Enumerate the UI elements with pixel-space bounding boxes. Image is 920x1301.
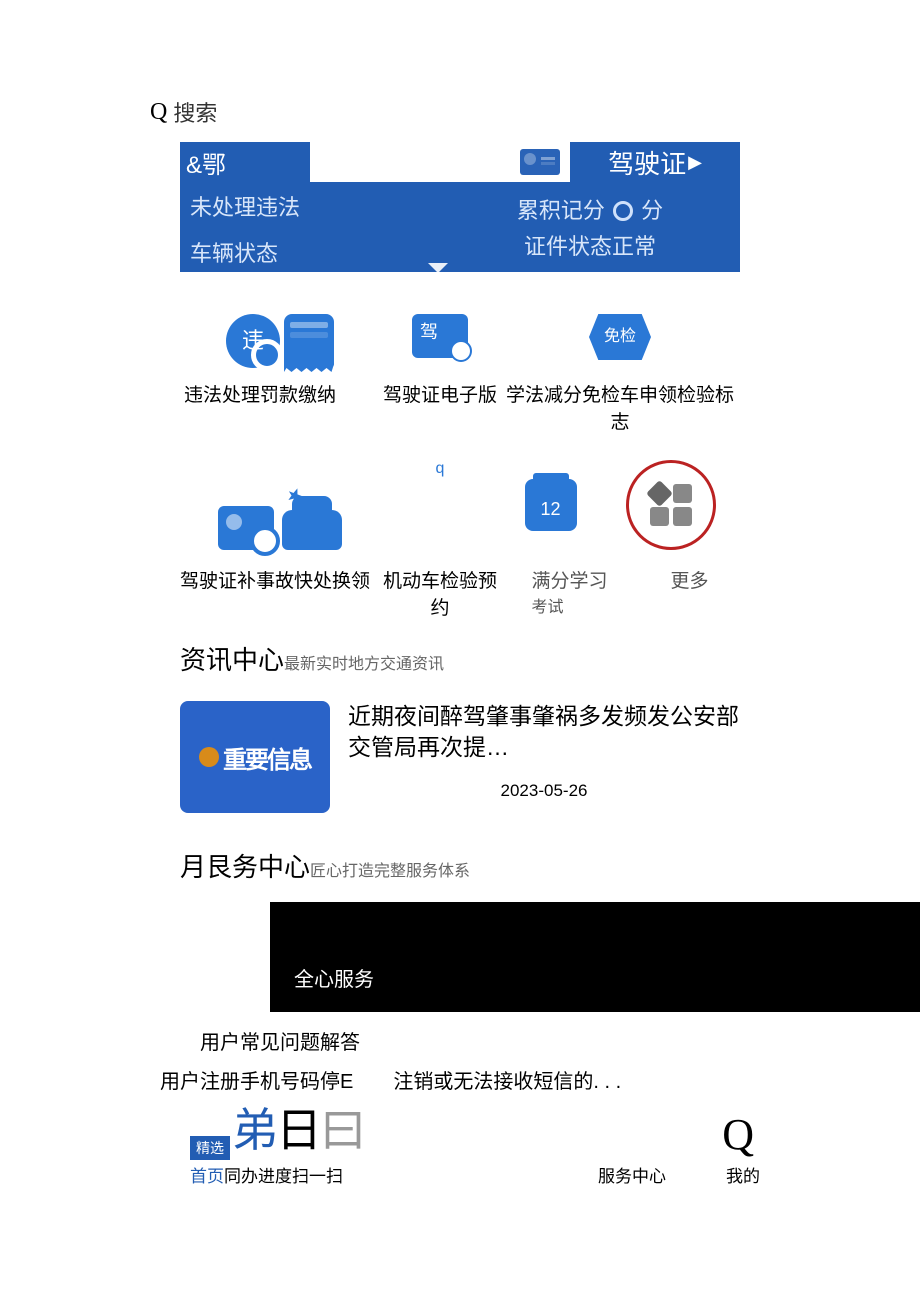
id-card-icon-wrap xyxy=(310,142,570,182)
grid-label-more: 更多 xyxy=(670,566,708,620)
nav-glyph-1[interactable]: 弟 xyxy=(232,1094,278,1160)
news-headline: 近期夜间醉驾肇事肇祸多发频发公安部交管局再次提… xyxy=(348,701,740,763)
faq-left[interactable]: 用户注册手机号码停E xyxy=(160,1065,353,1094)
vehicle-status-label: 车辆状态 xyxy=(190,236,440,268)
play-icon: ▶ xyxy=(688,152,702,173)
news-section-header: 资讯中心最新实时地方交通资讯 xyxy=(0,620,920,677)
q-icon[interactable]: q xyxy=(380,460,500,550)
featured-tag: 精选 xyxy=(190,1136,230,1160)
more-icon xyxy=(650,484,692,526)
grid-label-2: 驾驶证电子版 xyxy=(380,380,500,434)
service-title: 月艮务中心 xyxy=(180,852,310,882)
news-sub: 最新实时地方交通资讯 xyxy=(284,656,444,673)
service-section-header: 月艮务中心匠心打造完整服务体系 xyxy=(0,813,920,884)
news-item[interactable]: 重要信息 近期夜间醉驾肇事肇祸多发频发公安部交管局再次提… 2023-05-26 xyxy=(0,677,920,813)
news-thumb: 重要信息 xyxy=(180,701,330,813)
exempt-icon[interactable]: 免检 xyxy=(589,314,651,360)
license-button[interactable]: 驾驶证▶ xyxy=(570,142,740,182)
grid-label-4: 驾驶证补事故快处换领 xyxy=(180,566,380,620)
status-card[interactable]: 未处理违法 车辆状态 累积记分 分 证件状态正常 xyxy=(180,182,740,272)
violation-icon[interactable]: 违 xyxy=(226,314,280,368)
news-title: 资讯中心 xyxy=(180,645,284,675)
nav-progress[interactable]: 同办进度 xyxy=(224,1162,292,1187)
nav-search-icon[interactable]: Q xyxy=(722,1109,760,1160)
nav-glyph-2[interactable]: 日 xyxy=(276,1094,322,1160)
grid-label-3: 学法减分免检车申领检验标志 xyxy=(500,380,740,434)
license-e-icon[interactable]: 驾 xyxy=(412,314,468,358)
cert-status: 证件状态正常 xyxy=(440,229,740,261)
nav-service[interactable]: 服务中心 xyxy=(598,1162,666,1187)
nav-glyph-3[interactable]: 曰 xyxy=(320,1094,366,1160)
pending-violations-label: 未处理违法 xyxy=(190,190,440,236)
nav-mine[interactable]: 我的 xyxy=(726,1162,760,1187)
id-card-icon xyxy=(520,149,560,175)
search-icon: Q xyxy=(150,99,167,126)
nav-scan[interactable]: 扫一扫 xyxy=(292,1162,343,1187)
payment-icon[interactable] xyxy=(284,314,334,368)
replace-license-icon[interactable] xyxy=(218,506,274,550)
faq-right[interactable]: 注销或无法接收短信的. . . xyxy=(393,1065,621,1094)
nav-home[interactable]: 首页 xyxy=(190,1162,224,1187)
search-placeholder: 搜索 xyxy=(173,96,217,128)
service-banner[interactable]: 全心服务 xyxy=(270,902,920,1012)
search-bar[interactable]: Q 搜索 xyxy=(0,96,920,142)
faq-title: 用户常见问题解答 xyxy=(0,1012,920,1055)
service-sub: 匠心打造完整服务体系 xyxy=(310,863,470,880)
calendar-icon[interactable]: 12 xyxy=(525,479,577,531)
accident-icon[interactable] xyxy=(282,510,342,550)
chevron-down-icon xyxy=(428,263,448,273)
grid-label-6: 满分学习 考试 xyxy=(531,566,607,620)
grid-label-5: 机动车检验预约 xyxy=(380,566,500,620)
score-row: 累积记分 分 xyxy=(440,193,740,225)
more-circle[interactable] xyxy=(626,460,716,550)
service-banner-text: 全心服务 xyxy=(294,963,374,992)
zero-icon xyxy=(613,201,633,221)
grid-label-1: 违法处理罚款缴纳 xyxy=(180,380,380,434)
plate-label[interactable]: &鄂 xyxy=(180,142,310,182)
license-label: 驾驶证 xyxy=(608,144,686,181)
news-date: 2023-05-26 xyxy=(348,763,740,801)
